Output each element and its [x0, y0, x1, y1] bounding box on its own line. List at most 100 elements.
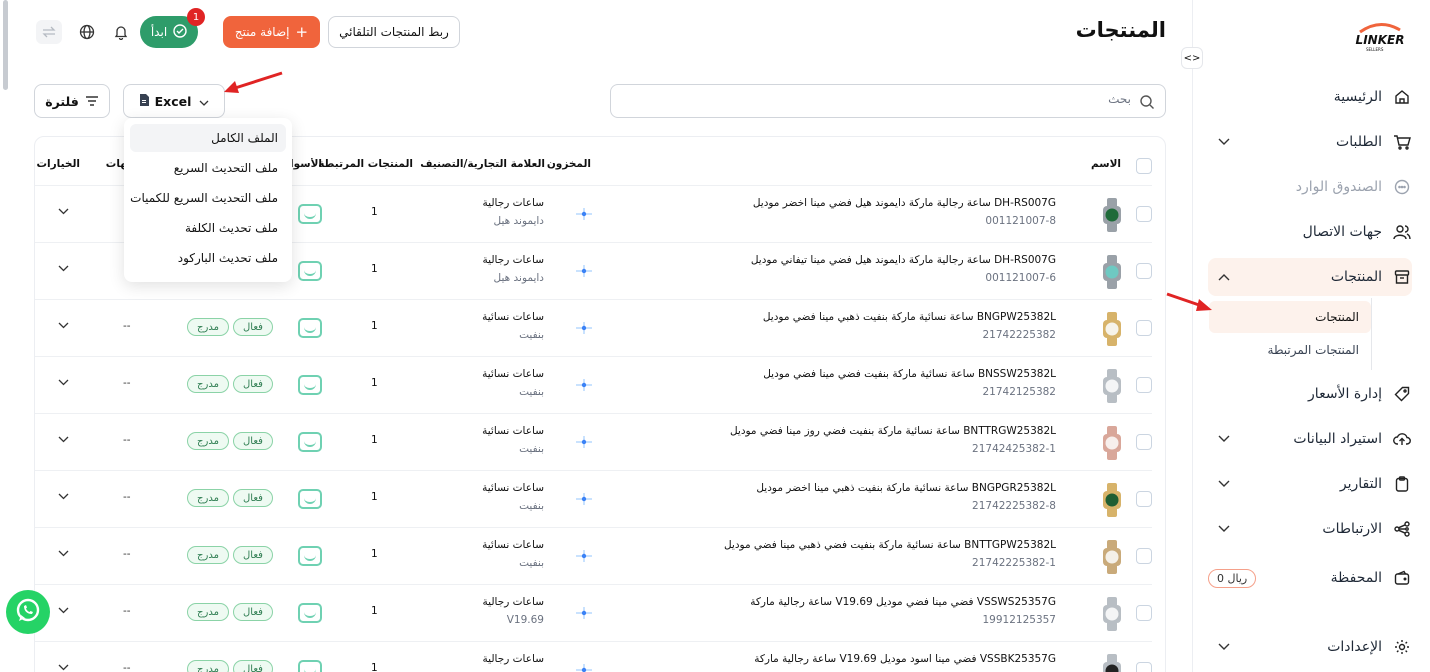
column-header-options[interactable]: الخيارات — [36, 158, 80, 170]
sidebar-item-products[interactable]: المنتجات — [1208, 258, 1412, 296]
product-name[interactable]: ساعة رجالية ماركة دايموند هيل فضي مينا ا… — [753, 197, 1056, 209]
sidebar-item-inbox[interactable]: الصندوق الوارد — [1208, 169, 1412, 205]
whatsapp-chat-button[interactable] — [6, 590, 50, 634]
menu-item-cost-update[interactable]: ملف تحديث الكلفة — [130, 214, 286, 242]
product-thumbnail[interactable] — [1099, 198, 1125, 232]
product-name[interactable]: ساعة رجالية ماركة V19.69 فضي مينا اسود م… — [754, 653, 1056, 665]
column-header-markets[interactable]: الأسواق — [292, 158, 322, 170]
options-chevron-down-icon[interactable] — [58, 548, 69, 560]
store-market-icon[interactable] — [298, 318, 322, 338]
table-row[interactable]: ساعة نسائية ماركة بنفيت فضي مينا فضي مود… — [35, 356, 1152, 413]
search-box[interactable] — [610, 84, 1166, 118]
table-row[interactable]: ساعة نسائية ماركة بنفيت ذهبي مينا فضي مو… — [35, 299, 1152, 356]
product-thumbnail[interactable] — [1099, 597, 1125, 631]
row-checkbox[interactable] — [1136, 605, 1152, 621]
globe-icon[interactable] — [76, 21, 98, 43]
sidebar-item-home[interactable]: الرئيسية — [1208, 79, 1412, 115]
sidebar-item-contacts[interactable]: جهات الاتصال — [1208, 214, 1412, 250]
product-name[interactable]: ساعة رجالية ماركة دايموند هيل فضي مينا ت… — [751, 254, 1056, 266]
menu-item-barcode-update[interactable]: ملف تحديث الباركود — [130, 244, 286, 272]
sidebar-item-integrations[interactable]: الارتباطات — [1208, 511, 1412, 547]
stock-status-icon[interactable] — [575, 549, 593, 566]
row-checkbox[interactable] — [1136, 377, 1152, 393]
linked-products-count[interactable]: 1 — [371, 263, 378, 275]
product-name[interactable]: ساعة رجالية ماركة V19.69 فضي مينا فضي مو… — [750, 596, 1056, 608]
table-row[interactable]: ساعة نسائية ماركة بنفيت فضي ذهبي مينا فض… — [35, 527, 1152, 584]
options-chevron-down-icon[interactable] — [58, 320, 69, 332]
product-thumbnail[interactable] — [1099, 540, 1125, 574]
product-thumbnail[interactable] — [1099, 426, 1125, 460]
sidebar-item-settings[interactable]: الإعدادات — [1208, 629, 1412, 665]
product-thumbnail[interactable] — [1099, 369, 1125, 403]
store-market-icon[interactable] — [298, 489, 322, 509]
store-market-icon[interactable] — [298, 261, 322, 281]
product-name[interactable]: ساعة نسائية ماركة بنفيت فضي روز مينا فضي… — [730, 425, 1056, 437]
linked-products-count[interactable]: 1 — [371, 548, 378, 560]
bell-icon[interactable] — [110, 21, 132, 43]
sidebar-item-pricing[interactable]: إدارة الأسعار — [1208, 376, 1412, 412]
excel-export-button[interactable]: Excel — [123, 84, 225, 118]
table-row[interactable]: ساعة رجالية ماركة V19.69 فضي مينا اسود م… — [35, 641, 1152, 672]
product-name[interactable]: ساعة نسائية ماركة بنفيت ذهبي مينا اخضر م… — [756, 482, 1056, 494]
linked-products-count[interactable]: 1 — [371, 206, 378, 218]
sidebar-item-reports[interactable]: التقارير — [1208, 466, 1412, 502]
stock-status-icon[interactable] — [575, 435, 593, 452]
store-market-icon[interactable] — [298, 546, 322, 566]
options-chevron-down-icon[interactable] — [58, 662, 69, 672]
linked-products-count[interactable]: 1 — [371, 434, 378, 446]
store-market-icon[interactable] — [298, 603, 322, 623]
row-checkbox[interactable] — [1136, 206, 1152, 222]
row-checkbox[interactable] — [1136, 263, 1152, 279]
sidebar-item-wallet[interactable]: المحفظة 0 ريال — [1208, 560, 1412, 596]
options-chevron-down-icon[interactable] — [58, 605, 69, 617]
options-chevron-down-icon[interactable] — [58, 434, 69, 446]
linked-products-count[interactable]: 1 — [371, 377, 378, 389]
sidebar-item-orders[interactable]: الطلبات — [1208, 124, 1412, 160]
add-product-button[interactable]: إضافة منتج + — [223, 16, 320, 48]
submenu-item-products[interactable]: المنتجات — [1209, 301, 1371, 333]
product-thumbnail[interactable] — [1099, 255, 1125, 289]
menu-item-quick-update[interactable]: ملف التحديث السريع — [130, 154, 286, 182]
row-checkbox[interactable] — [1136, 320, 1152, 336]
linked-products-count[interactable]: 1 — [371, 662, 378, 672]
column-header-brand[interactable]: العلامة التجارية/التصنيف — [420, 158, 545, 170]
search-input[interactable] — [651, 92, 1131, 106]
page-scrollbar[interactable] — [3, 0, 8, 90]
store-market-icon[interactable] — [298, 375, 322, 395]
auto-link-products-button[interactable]: ربط المنتجات التلقائي — [328, 16, 460, 48]
row-checkbox[interactable] — [1136, 662, 1152, 672]
stock-status-icon[interactable] — [575, 264, 593, 281]
stock-status-icon[interactable] — [575, 492, 593, 509]
stock-status-icon[interactable] — [575, 207, 593, 224]
store-market-icon[interactable] — [298, 432, 322, 452]
product-name[interactable]: ساعة نسائية ماركة بنفيت فضي مينا فضي مود… — [763, 368, 1056, 380]
table-row[interactable]: ساعة رجالية ماركة V19.69 فضي مينا فضي مو… — [35, 584, 1152, 641]
row-checkbox[interactable] — [1136, 491, 1152, 507]
options-chevron-down-icon[interactable] — [58, 206, 69, 218]
column-header-linked[interactable]: المنتجات المرتبطة — [318, 158, 413, 170]
product-thumbnail[interactable] — [1099, 483, 1125, 517]
store-market-icon[interactable] — [298, 660, 322, 672]
menu-item-quick-update-quantities[interactable]: ملف التحديث السريع للكميات — [130, 184, 286, 212]
product-thumbnail[interactable] — [1099, 654, 1125, 672]
sidebar-item-import[interactable]: استيراد البيانات — [1208, 421, 1412, 457]
stock-status-icon[interactable] — [575, 606, 593, 623]
submenu-item-linked-products[interactable]: المنتجات المرتبطة — [1209, 334, 1371, 366]
options-chevron-down-icon[interactable] — [58, 263, 69, 275]
stock-status-icon[interactable] — [575, 663, 593, 672]
product-name[interactable]: ساعة نسائية ماركة بنفيت فضي ذهبي مينا فض… — [724, 539, 1056, 551]
row-checkbox[interactable] — [1136, 434, 1152, 450]
options-chevron-down-icon[interactable] — [58, 491, 69, 503]
stock-status-icon[interactable] — [575, 321, 593, 338]
sidebar-collapse-button[interactable]: <> — [1181, 47, 1203, 69]
swap-icon[interactable] — [36, 20, 62, 44]
linked-products-count[interactable]: 1 — [371, 605, 378, 617]
product-thumbnail[interactable] — [1099, 312, 1125, 346]
table-row[interactable]: ساعة نسائية ماركة بنفيت ذهبي مينا اخضر م… — [35, 470, 1152, 527]
row-checkbox[interactable] — [1136, 548, 1152, 564]
table-row[interactable]: ساعة نسائية ماركة بنفيت فضي روز مينا فضي… — [35, 413, 1152, 470]
menu-item-full-file[interactable]: الملف الكامل — [130, 124, 286, 152]
linked-products-count[interactable]: 1 — [371, 320, 378, 332]
store-market-icon[interactable] — [298, 204, 322, 224]
options-chevron-down-icon[interactable] — [58, 377, 69, 389]
